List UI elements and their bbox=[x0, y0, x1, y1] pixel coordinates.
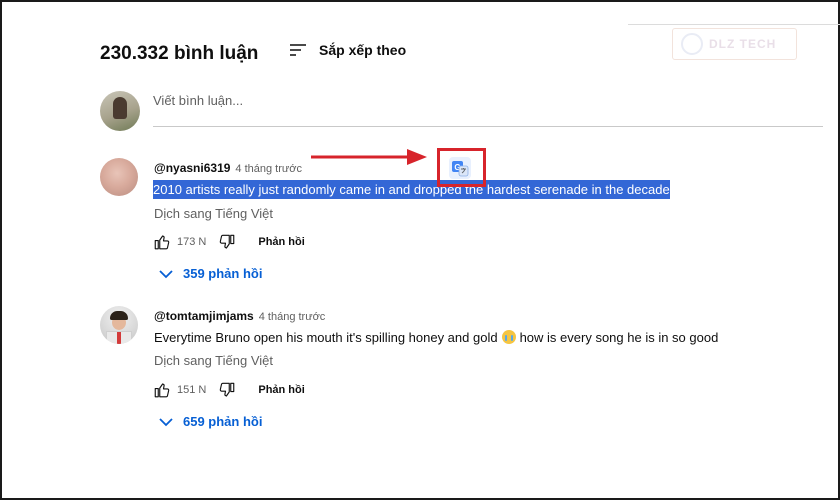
selected-comment-text: 2010 artists really just randomly came i… bbox=[153, 180, 670, 199]
sort-button[interactable]: Sắp xếp theo bbox=[289, 42, 406, 58]
translate-link[interactable]: Dịch sang Tiếng Việt bbox=[154, 206, 273, 221]
comment-time[interactable]: 4 tháng trước bbox=[235, 163, 302, 175]
translate-link[interactable]: Dịch sang Tiếng Việt bbox=[154, 353, 273, 368]
replies-toggle[interactable]: 659 phản hồi bbox=[159, 414, 262, 429]
comment-avatar[interactable] bbox=[100, 158, 138, 196]
watermark-circle-icon bbox=[681, 33, 703, 55]
comment-meta: @nyasni6319 4 tháng trước bbox=[154, 161, 302, 175]
comment-text-part-2: how is every song he is in so good bbox=[519, 330, 719, 345]
like-count: 151 N bbox=[177, 384, 207, 396]
dislike-icon[interactable] bbox=[218, 233, 236, 251]
comment-text: 2010 artists really just randomly came i… bbox=[153, 180, 670, 199]
like-count: 173 N bbox=[177, 236, 207, 248]
comment-input[interactable] bbox=[153, 91, 823, 108]
replies-count: 659 phản hồi bbox=[183, 414, 263, 429]
comment-count: 230.332 bình luận bbox=[100, 43, 259, 64]
top-divider bbox=[628, 24, 840, 25]
comment-text: Everytime Bruno open his mouth it's spil… bbox=[154, 330, 718, 345]
reply-button[interactable]: Phản hồi bbox=[258, 236, 304, 248]
watermark-text: DLZ TECH bbox=[709, 37, 777, 51]
comment-actions: 173 N Phản hồi bbox=[153, 233, 305, 251]
sort-icon bbox=[289, 43, 307, 57]
comment-composer[interactable] bbox=[153, 91, 823, 127]
comment-meta: @tomtamjimjams 4 tháng trước bbox=[154, 309, 325, 323]
like-icon[interactable] bbox=[153, 233, 171, 251]
like-icon[interactable] bbox=[153, 381, 171, 399]
crying-face-emoji-icon bbox=[501, 330, 516, 344]
comment-text-part-1: Everytime Bruno open his mouth it's spil… bbox=[154, 330, 498, 345]
watermark-logo: DLZ TECH bbox=[672, 28, 797, 60]
reply-button[interactable]: Phản hồi bbox=[258, 384, 304, 396]
dislike-icon[interactable] bbox=[218, 381, 236, 399]
replies-toggle[interactable]: 359 phản hồi bbox=[159, 266, 262, 281]
screenshot-frame bbox=[0, 0, 840, 500]
comment-avatar[interactable] bbox=[100, 306, 138, 344]
comment-username[interactable]: @nyasni6319 bbox=[154, 161, 230, 175]
annotation-arrow bbox=[311, 149, 427, 165]
comment-actions: 151 N Phản hồi bbox=[153, 381, 305, 399]
chevron-down-icon bbox=[159, 417, 173, 427]
comment-time[interactable]: 4 tháng trước bbox=[259, 311, 326, 323]
translate-icon[interactable]: G bbox=[449, 157, 471, 179]
replies-count: 359 phản hồi bbox=[183, 266, 263, 281]
comment-username[interactable]: @tomtamjimjams bbox=[154, 309, 254, 323]
sort-label: Sắp xếp theo bbox=[319, 42, 407, 58]
current-user-avatar bbox=[100, 91, 140, 131]
chevron-down-icon bbox=[159, 269, 173, 279]
